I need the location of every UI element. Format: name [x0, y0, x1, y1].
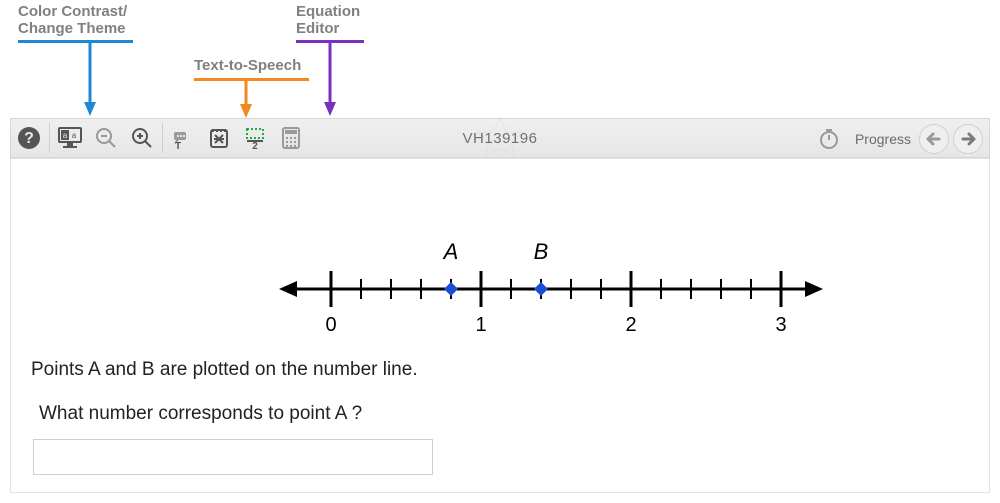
svg-text:a: a: [72, 131, 77, 140]
tick-3: 3: [775, 314, 786, 336]
answer-input[interactable]: [33, 439, 433, 475]
toolbar: ? a a: [10, 118, 990, 158]
question-line-1: Points A and B are plotted on the number…: [31, 359, 418, 381]
timer-icon[interactable]: [811, 121, 847, 157]
toolbar-right-group: Progress: [811, 121, 983, 157]
theme-underline: [18, 40, 133, 43]
toolbar-star-decor: [465, 116, 535, 158]
scratchwork-button[interactable]: [201, 120, 237, 156]
point-a-label: A: [442, 239, 459, 264]
question-card: A B 0 1 2 3 Points A and B are plotted o…: [10, 158, 990, 493]
progress-label[interactable]: Progress: [851, 131, 915, 147]
tts-callout: Text-to-Speech: [194, 58, 301, 75]
theme-button[interactable]: a a: [52, 120, 88, 156]
tts-button[interactable]: T: [165, 120, 201, 156]
equation-callout: Equation Editor: [296, 4, 360, 37]
question-line-2: What number corresponds to point A ?: [39, 403, 362, 425]
equation-editor-button[interactable]: 2: [237, 120, 273, 156]
svg-text:T: T: [175, 141, 181, 150]
tick-2: 2: [625, 314, 636, 336]
svg-text:?: ?: [24, 130, 34, 147]
svg-text:a: a: [63, 131, 68, 140]
equation-arrow: [320, 42, 340, 116]
theme-callout: Color Contrast/ Change Theme: [18, 4, 127, 37]
tick-0: 0: [325, 314, 336, 336]
theme-arrow: [80, 42, 100, 116]
svg-text:2: 2: [252, 141, 258, 150]
calculator-button[interactable]: [273, 120, 309, 156]
tts-arrow: [236, 80, 256, 118]
prev-button[interactable]: [919, 124, 949, 154]
zoom-in-button[interactable]: [124, 120, 160, 156]
help-icon[interactable]: ?: [11, 120, 47, 156]
number-line: A B 0 1 2 3: [271, 239, 831, 349]
point-b-label: B: [534, 239, 549, 264]
tick-1: 1: [475, 314, 486, 336]
next-button[interactable]: [953, 124, 983, 154]
zoom-out-button[interactable]: [88, 120, 124, 156]
